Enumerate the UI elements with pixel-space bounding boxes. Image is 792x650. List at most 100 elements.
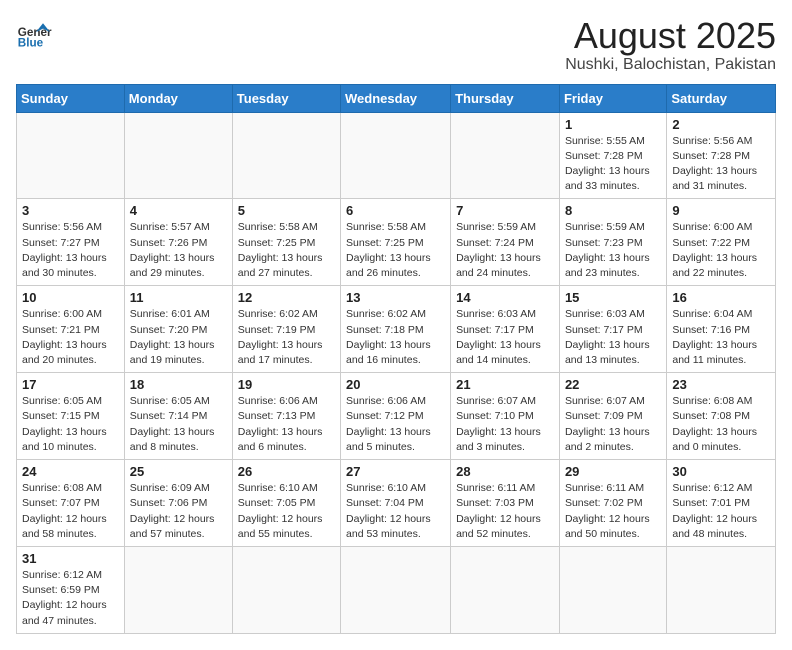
day-info: Sunrise: 5:57 AM Sunset: 7:26 PM Dayligh… xyxy=(130,220,227,281)
calendar-cell: 17 Sunrise: 6:05 AM Sunset: 7:15 PM Dayli… xyxy=(17,373,125,460)
calendar-cell: 8 Sunrise: 5:59 AM Sunset: 7:23 PM Daylig… xyxy=(559,199,666,286)
calendar-week-row: 31 Sunrise: 6:12 AM Sunset: 6:59 PM Dayli… xyxy=(17,546,776,633)
day-info: Sunrise: 6:07 AM Sunset: 7:10 PM Dayligh… xyxy=(456,394,554,455)
calendar-week-row: 3 Sunrise: 5:56 AM Sunset: 7:27 PM Daylig… xyxy=(17,199,776,286)
calendar-cell xyxy=(124,546,232,633)
calendar-cell: 29 Sunrise: 6:11 AM Sunset: 7:02 PM Dayli… xyxy=(559,460,666,547)
day-number: 18 xyxy=(130,377,227,392)
weekday-header-tuesday: Tuesday xyxy=(232,84,340,112)
calendar-cell: 10 Sunrise: 6:00 AM Sunset: 7:21 PM Dayli… xyxy=(17,286,125,373)
day-info: Sunrise: 5:58 AM Sunset: 7:25 PM Dayligh… xyxy=(238,220,335,281)
day-number: 10 xyxy=(22,290,119,305)
calendar-cell: 23 Sunrise: 6:08 AM Sunset: 7:08 PM Dayli… xyxy=(667,373,776,460)
calendar-cell: 28 Sunrise: 6:11 AM Sunset: 7:03 PM Dayli… xyxy=(451,460,560,547)
day-info: Sunrise: 6:05 AM Sunset: 7:15 PM Dayligh… xyxy=(22,394,119,455)
day-number: 29 xyxy=(565,464,661,479)
day-number: 31 xyxy=(22,551,119,566)
day-number: 28 xyxy=(456,464,554,479)
day-info: Sunrise: 6:06 AM Sunset: 7:12 PM Dayligh… xyxy=(346,394,445,455)
calendar-cell: 26Sunrise: 6:10 AM Sunset: 7:05 PM Dayli… xyxy=(232,460,340,547)
calendar-week-row: 10 Sunrise: 6:00 AM Sunset: 7:21 PM Dayli… xyxy=(17,286,776,373)
calendar-cell xyxy=(451,546,560,633)
weekday-header-row: SundayMondayTuesdayWednesdayThursdayFrid… xyxy=(17,84,776,112)
day-info: Sunrise: 6:02 AM Sunset: 7:18 PM Dayligh… xyxy=(346,307,445,368)
calendar-cell xyxy=(559,546,666,633)
calendar-cell xyxy=(124,112,232,199)
day-number: 12 xyxy=(238,290,335,305)
calendar-cell xyxy=(451,112,560,199)
day-number: 17 xyxy=(22,377,119,392)
day-info: Sunrise: 6:03 AM Sunset: 7:17 PM Dayligh… xyxy=(456,307,554,368)
day-info: Sunrise: 6:08 AM Sunset: 7:08 PM Dayligh… xyxy=(672,394,770,455)
logo: General Blue xyxy=(16,16,52,52)
day-number: 6 xyxy=(346,203,445,218)
day-info: Sunrise: 6:08 AM Sunset: 7:07 PM Dayligh… xyxy=(22,481,119,542)
day-info: Sunrise: 6:11 AM Sunset: 7:02 PM Dayligh… xyxy=(565,481,661,542)
calendar-cell xyxy=(232,546,340,633)
day-info: Sunrise: 6:05 AM Sunset: 7:14 PM Dayligh… xyxy=(130,394,227,455)
day-number: 7 xyxy=(456,203,554,218)
day-number: 3 xyxy=(22,203,119,218)
day-info: Sunrise: 6:06 AM Sunset: 7:13 PM Dayligh… xyxy=(238,394,335,455)
day-info: Sunrise: 6:09 AM Sunset: 7:06 PM Dayligh… xyxy=(130,481,227,542)
calendar-cell xyxy=(341,546,451,633)
calendar-cell: 13 Sunrise: 6:02 AM Sunset: 7:18 PM Dayli… xyxy=(341,286,451,373)
calendar-cell: 9Sunrise: 6:00 AM Sunset: 7:22 PM Daylig… xyxy=(667,199,776,286)
day-number: 9 xyxy=(672,203,770,218)
calendar-cell: 12Sunrise: 6:02 AM Sunset: 7:19 PM Dayli… xyxy=(232,286,340,373)
day-info: Sunrise: 6:00 AM Sunset: 7:21 PM Dayligh… xyxy=(22,307,119,368)
weekday-header-saturday: Saturday xyxy=(667,84,776,112)
day-number: 11 xyxy=(130,290,227,305)
calendar-cell: 14Sunrise: 6:03 AM Sunset: 7:17 PM Dayli… xyxy=(451,286,560,373)
day-info: Sunrise: 6:01 AM Sunset: 7:20 PM Dayligh… xyxy=(130,307,227,368)
weekday-header-thursday: Thursday xyxy=(451,84,560,112)
day-number: 19 xyxy=(238,377,335,392)
calendar-cell: 20Sunrise: 6:06 AM Sunset: 7:12 PM Dayli… xyxy=(341,373,451,460)
calendar-cell: 18 Sunrise: 6:05 AM Sunset: 7:14 PM Dayli… xyxy=(124,373,232,460)
day-info: Sunrise: 5:56 AM Sunset: 7:27 PM Dayligh… xyxy=(22,220,119,281)
calendar-cell: 15Sunrise: 6:03 AM Sunset: 7:17 PM Dayli… xyxy=(559,286,666,373)
day-info: Sunrise: 5:59 AM Sunset: 7:23 PM Dayligh… xyxy=(565,220,661,281)
day-info: Sunrise: 6:07 AM Sunset: 7:09 PM Dayligh… xyxy=(565,394,661,455)
calendar-cell xyxy=(341,112,451,199)
day-number: 1 xyxy=(565,117,661,132)
calendar-cell: 4 Sunrise: 5:57 AM Sunset: 7:26 PM Daylig… xyxy=(124,199,232,286)
day-number: 4 xyxy=(130,203,227,218)
day-info: Sunrise: 6:11 AM Sunset: 7:03 PM Dayligh… xyxy=(456,481,554,542)
day-number: 13 xyxy=(346,290,445,305)
day-info: Sunrise: 6:12 AM Sunset: 7:01 PM Dayligh… xyxy=(672,481,770,542)
day-info: Sunrise: 6:12 AM Sunset: 6:59 PM Dayligh… xyxy=(22,568,119,629)
calendar-cell: 27Sunrise: 6:10 AM Sunset: 7:04 PM Dayli… xyxy=(341,460,451,547)
day-number: 16 xyxy=(672,290,770,305)
day-number: 27 xyxy=(346,464,445,479)
day-number: 22 xyxy=(565,377,661,392)
day-number: 15 xyxy=(565,290,661,305)
calendar-cell: 30 Sunrise: 6:12 AM Sunset: 7:01 PM Dayli… xyxy=(667,460,776,547)
weekday-header-wednesday: Wednesday xyxy=(341,84,451,112)
day-info: Sunrise: 6:10 AM Sunset: 7:05 PM Dayligh… xyxy=(238,481,335,542)
day-info: Sunrise: 6:04 AM Sunset: 7:16 PM Dayligh… xyxy=(672,307,770,368)
calendar-cell: 2Sunrise: 5:56 AM Sunset: 7:28 PM Daylig… xyxy=(667,112,776,199)
calendar-week-row: 1Sunrise: 5:55 AM Sunset: 7:28 PM Daylig… xyxy=(17,112,776,199)
calendar-week-row: 17 Sunrise: 6:05 AM Sunset: 7:15 PM Dayli… xyxy=(17,373,776,460)
weekday-header-friday: Friday xyxy=(559,84,666,112)
day-number: 8 xyxy=(565,203,661,218)
day-number: 25 xyxy=(130,464,227,479)
calendar-cell xyxy=(667,546,776,633)
calendar-cell: 16 Sunrise: 6:04 AM Sunset: 7:16 PM Dayli… xyxy=(667,286,776,373)
calendar-title: August 2025 xyxy=(565,16,776,56)
day-number: 24 xyxy=(22,464,119,479)
calendar-week-row: 24 Sunrise: 6:08 AM Sunset: 7:07 PM Dayli… xyxy=(17,460,776,547)
weekday-header-sunday: Sunday xyxy=(17,84,125,112)
calendar-cell: 24 Sunrise: 6:08 AM Sunset: 7:07 PM Dayli… xyxy=(17,460,125,547)
logo-icon: General Blue xyxy=(16,16,52,52)
calendar-cell: 22 Sunrise: 6:07 AM Sunset: 7:09 PM Dayli… xyxy=(559,373,666,460)
calendar-cell: 6Sunrise: 5:58 AM Sunset: 7:25 PM Daylig… xyxy=(341,199,451,286)
day-number: 23 xyxy=(672,377,770,392)
day-number: 30 xyxy=(672,464,770,479)
page-header: General Blue August 2025 Nushki, Balochi… xyxy=(16,16,776,74)
calendar-cell xyxy=(17,112,125,199)
day-number: 5 xyxy=(238,203,335,218)
calendar-cell: 31 Sunrise: 6:12 AM Sunset: 6:59 PM Dayli… xyxy=(17,546,125,633)
title-block: August 2025 Nushki, Balochistan, Pakista… xyxy=(565,16,776,74)
